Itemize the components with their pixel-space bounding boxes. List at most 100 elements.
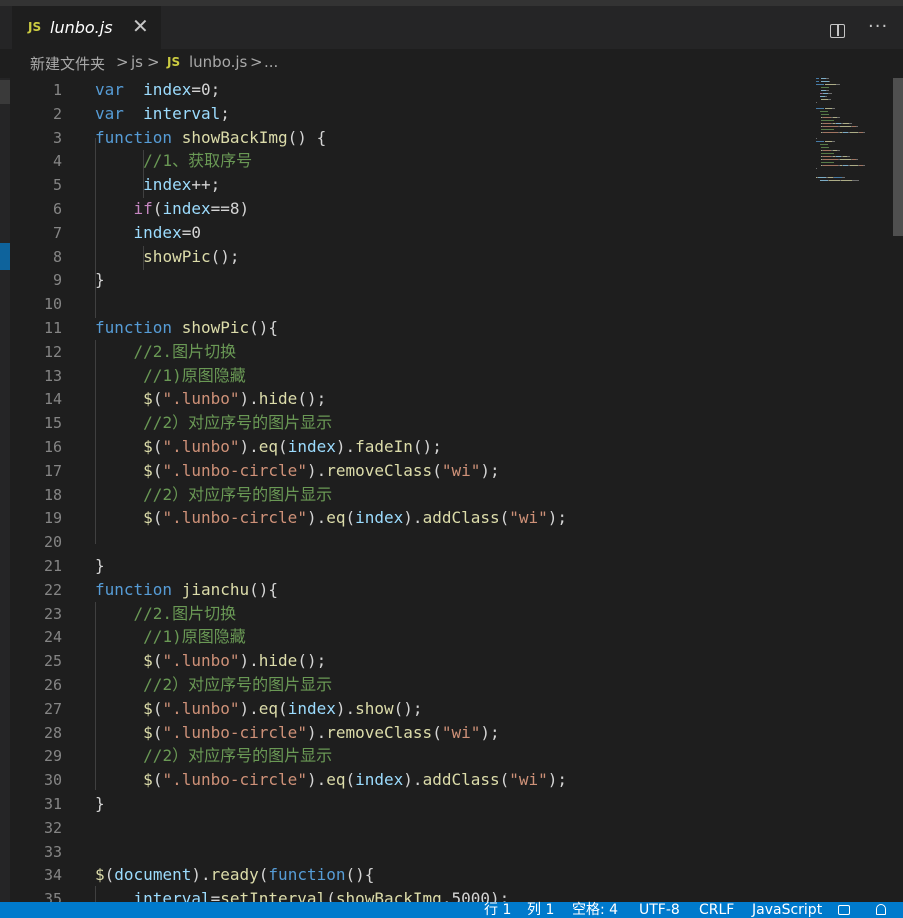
code-token: ). — [335, 698, 356, 718]
code-line[interactable]: var index=0; — [95, 78, 220, 102]
code-token: //1)原图隐藏 — [143, 365, 246, 385]
code-line[interactable]: function showBackImg() { — [95, 126, 326, 150]
code-token: ); — [480, 460, 500, 480]
code-token: eq — [326, 770, 346, 790]
code-token: (){ — [249, 579, 279, 599]
code-token: ); — [547, 770, 568, 790]
code-line[interactable]: $(".lunbo").hide(); — [95, 649, 326, 673]
code-line[interactable]: showPic(); — [95, 245, 239, 269]
minimap[interactable] — [812, 78, 892, 368]
javascript-file-icon: JS — [28, 20, 42, 34]
status-indentation[interactable]: 空格: 4 — [572, 902, 618, 918]
status-encoding[interactable]: UTF-8 — [639, 902, 680, 918]
code-token: //2）对应序号的图片显示 — [143, 484, 333, 504]
breadcrumb-symbol[interactable]: ... — [264, 53, 278, 71]
minimap-stroke — [852, 180, 859, 181]
code-token: ( — [432, 722, 442, 742]
code-line[interactable]: //2）对应序号的图片显示 — [95, 744, 332, 768]
code-line[interactable]: //2.图片切换 — [95, 340, 237, 364]
code-token: function — [95, 127, 173, 147]
code-token: //2）对应序号的图片显示 — [143, 675, 333, 694]
line-number: 10 — [43, 295, 62, 314]
code-token: ( — [152, 508, 163, 528]
code-line[interactable]: //2.图片切换 — [95, 602, 237, 626]
code-line[interactable]: index=0 — [95, 221, 201, 245]
code-token: fadeIn — [355, 437, 413, 456]
code-token: $ — [143, 651, 153, 671]
line-number: 25 — [43, 652, 62, 671]
minimap-stroke — [837, 150, 840, 151]
more-actions-icon[interactable]: ··· — [868, 16, 888, 37]
code-token: ). — [403, 508, 423, 528]
code-line[interactable]: index++; — [95, 173, 220, 197]
minimap-stroke — [850, 165, 858, 166]
code-line[interactable]: $(".lunbo").eq(index).fadeIn(); — [95, 435, 442, 459]
tab-bar: JS lunbo.js ✕ ··· — [0, 6, 903, 49]
code-line[interactable]: var interval; — [95, 102, 230, 126]
code-line[interactable]: $(".lunbo-circle").eq(index).addClass("w… — [95, 506, 567, 530]
code-token: $ — [143, 722, 153, 742]
code-line[interactable]: //1)原图隐藏 — [95, 364, 246, 388]
minimap-stroke — [828, 93, 832, 94]
code-token: eq — [326, 508, 346, 528]
code-line[interactable]: //2）对应序号的图片显示 — [95, 673, 332, 697]
code-line[interactable]: } — [95, 554, 105, 578]
status-eol[interactable]: CRLF — [699, 902, 734, 918]
code-line[interactable]: function jianchu(){ — [95, 578, 278, 602]
status-line[interactable]: 行 1 — [484, 902, 511, 918]
vertical-scrollbar[interactable] — [893, 78, 903, 236]
code-token: "wi" — [441, 460, 481, 480]
line-number: 17 — [43, 461, 62, 480]
code-line[interactable]: } — [95, 268, 105, 292]
code-line[interactable]: $(".lunbo-circle").eq(index).addClass("w… — [95, 768, 567, 792]
feedback-icon[interactable] — [838, 905, 850, 915]
line-number: 32 — [43, 818, 62, 837]
code-line[interactable]: //1)原图隐藏 — [95, 625, 246, 649]
code-line[interactable]: $(".lunbo-circle").removeClass("wi"); — [95, 459, 500, 483]
breadcrumb-separator: > — [116, 53, 129, 71]
code-line[interactable]: function showPic(){ — [95, 316, 278, 340]
minimap-stroke — [821, 114, 829, 115]
split-editor-icon[interactable] — [830, 24, 845, 38]
code-token: function — [95, 318, 173, 337]
code-token: "wi" — [509, 508, 548, 528]
code-line[interactable]: $(".lunbo-circle").removeClass("wi"); — [95, 721, 499, 745]
code-line[interactable]: $(".lunbo").hide(); — [95, 387, 326, 411]
minimap-stroke — [825, 96, 827, 97]
breadcrumb-file[interactable]: lunbo.js — [189, 53, 247, 71]
code-token: ".lunbo-circle" — [162, 770, 307, 790]
status-language[interactable]: JavaScript — [752, 902, 822, 918]
code-token: interval — [143, 103, 221, 123]
bell-icon[interactable] — [876, 904, 886, 915]
minimap-stroke — [816, 168, 817, 169]
breadcrumb-folder[interactable]: 新建文件夹 — [30, 53, 105, 74]
line-number: 5 — [52, 176, 62, 195]
line-number: 29 — [43, 747, 62, 766]
code-token: ( — [432, 460, 442, 480]
code-line[interactable]: } — [95, 792, 105, 816]
line-number: 3 — [52, 128, 62, 147]
line-number: 12 — [43, 342, 62, 361]
code-line[interactable]: if(index==8) — [95, 197, 250, 221]
close-icon[interactable]: ✕ — [132, 14, 149, 38]
code-token: ). — [403, 770, 423, 790]
code-line[interactable]: $(".lunbo").eq(index).show(); — [95, 697, 422, 721]
line-number: 7 — [52, 223, 62, 242]
breadcrumb-js-folder[interactable]: js — [131, 53, 143, 71]
code-token: //2.图片切换 — [133, 603, 237, 623]
line-number: 16 — [43, 438, 62, 456]
code-line[interactable]: //2）对应序号的图片显示 — [95, 483, 332, 507]
line-number: 28 — [43, 723, 62, 742]
code-line[interactable]: //2）对应序号的图片显示 — [95, 411, 332, 435]
tab-lunbo-js[interactable]: JS lunbo.js ✕ — [12, 6, 161, 49]
code-token: function — [95, 579, 173, 599]
status-column[interactable]: 列 1 — [527, 902, 554, 918]
code-line[interactable]: //1、获取序号 — [95, 149, 252, 173]
code-token: ".lunbo-circle" — [162, 722, 307, 742]
code-token: ; — [220, 103, 230, 123]
code-line[interactable]: $(document).ready(function(){ — [95, 863, 374, 887]
code-token: index — [143, 175, 192, 195]
